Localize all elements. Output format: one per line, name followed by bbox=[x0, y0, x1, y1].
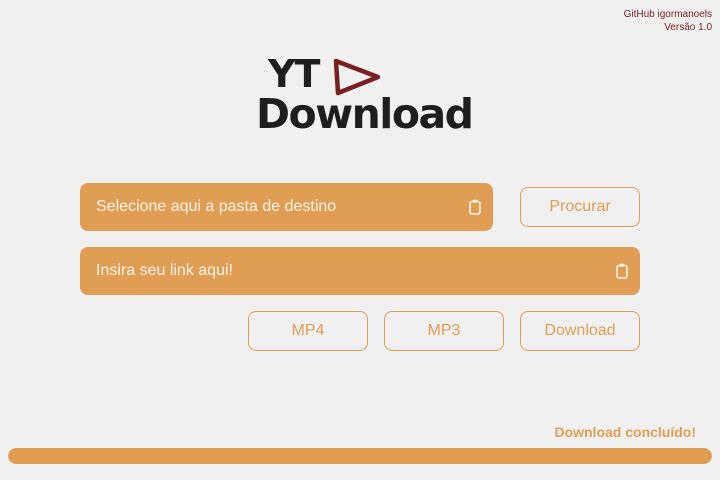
version-label: Versão 1.0 bbox=[664, 22, 712, 33]
status-message: Download concluído! bbox=[554, 424, 696, 440]
mp3-button[interactable]: MP3 bbox=[384, 311, 504, 351]
destination-folder-field[interactable]: Selecione aqui a pasta de destino bbox=[80, 183, 493, 231]
destination-folder-placeholder: Selecione aqui a pasta de destino bbox=[96, 198, 337, 215]
clipboard-icon[interactable] bbox=[469, 199, 481, 215]
clipboard-icon[interactable] bbox=[616, 263, 628, 279]
logo-download-text: Download bbox=[256, 90, 474, 138]
logo-yt-text: YT bbox=[268, 52, 320, 96]
progress-bar bbox=[8, 448, 712, 464]
browse-button[interactable]: Procurar bbox=[520, 187, 640, 227]
video-link-placeholder: Insira seu link aqui! bbox=[96, 262, 233, 279]
video-link-field[interactable]: Insira seu link aqui! bbox=[80, 247, 640, 295]
mp4-button[interactable]: MP4 bbox=[248, 311, 368, 351]
progress-bar-fill bbox=[8, 448, 712, 464]
app-logo: YT Download bbox=[254, 52, 474, 138]
download-button[interactable]: Download bbox=[520, 311, 640, 351]
credits: GitHub igormanoels Versão 1.0 bbox=[624, 8, 712, 34]
github-credit: GitHub igormanoels bbox=[623, 9, 712, 20]
